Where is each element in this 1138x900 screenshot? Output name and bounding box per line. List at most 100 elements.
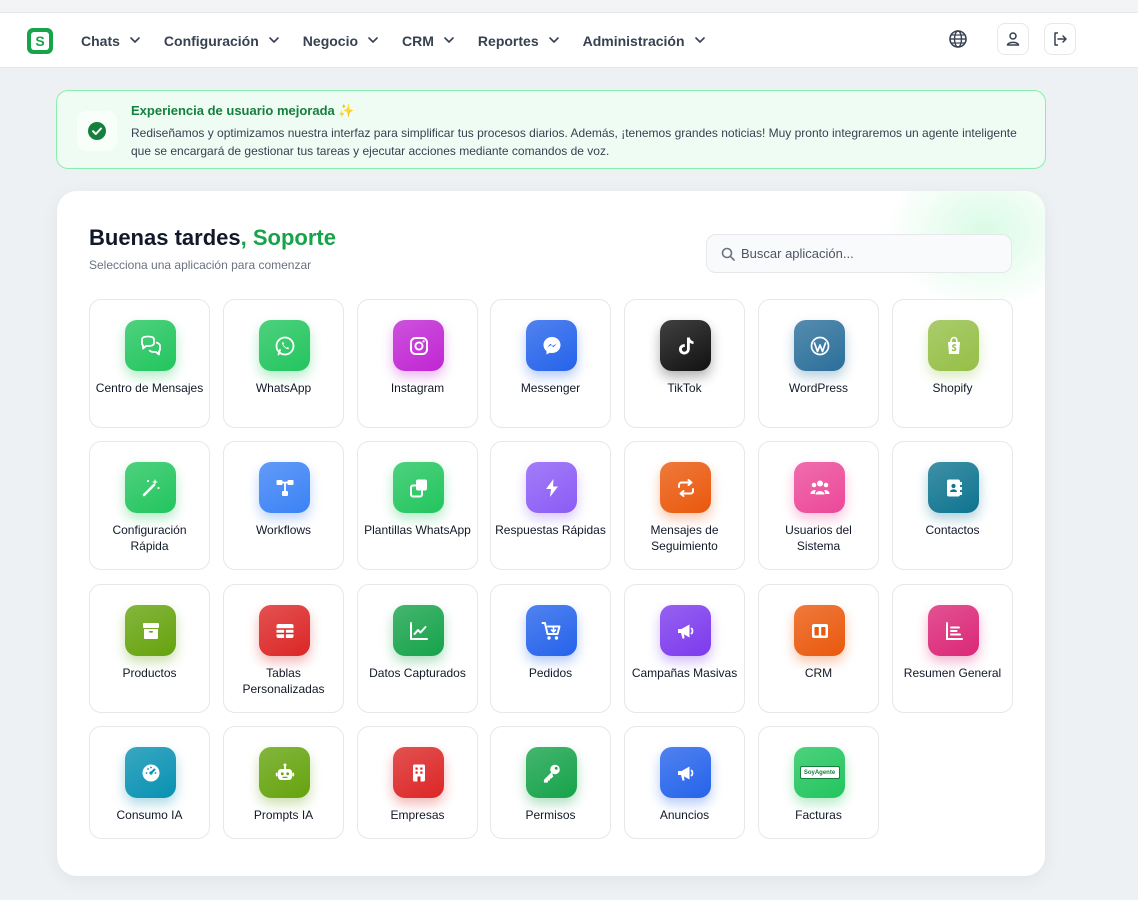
greeting-heading: Buenas tardes, Soporte: [89, 225, 336, 251]
app-tile-consumo-ia[interactable]: Consumo IA: [89, 726, 210, 839]
app-label: WhatsApp: [255, 381, 312, 395]
app-tile-instagram[interactable]: Instagram: [357, 299, 478, 428]
app-icon-box: [928, 462, 979, 513]
profile-button[interactable]: [997, 23, 1029, 55]
chevron-down-icon: [268, 37, 279, 43]
address-book-icon: [946, 479, 962, 496]
app-label: Prompts IA: [253, 808, 314, 822]
app-tile-productos[interactable]: Productos: [89, 584, 210, 713]
app-tile-contactos[interactable]: Contactos: [892, 441, 1013, 570]
app-label: Usuarios del Sistema: [785, 523, 852, 553]
app-label: Messenger: [520, 381, 581, 395]
invoice-icon: SoyAgente: [799, 766, 840, 779]
app-icon-box: [393, 605, 444, 656]
menu-label: Administración: [582, 33, 685, 49]
app-label: Plantillas WhatsApp: [364, 523, 471, 537]
app-label: Campañas Masivas: [631, 666, 738, 680]
gauge-icon: [142, 764, 159, 781]
app-tile-usuarios-del-sistema[interactable]: Usuarios del Sistema: [758, 441, 879, 570]
chat-bubbles-icon: [140, 335, 161, 355]
app-tile-plantillas-whatsapp[interactable]: Plantillas WhatsApp: [357, 441, 478, 570]
logo-letter: S: [31, 32, 49, 50]
menu-reportes[interactable]: Reportes: [478, 33, 559, 49]
key-icon: [543, 764, 560, 783]
app-tile-datos-capturados[interactable]: Datos Capturados: [357, 584, 478, 713]
wordpress-icon: [810, 336, 829, 355]
app-label: Workflows: [255, 523, 312, 537]
app-tile-tiktok[interactable]: TikTok: [624, 299, 745, 428]
logout-button[interactable]: [1044, 23, 1076, 55]
app-tile-campanas-masivas[interactable]: Campañas Masivas: [624, 584, 745, 713]
app-label: Mensajes de Seguimiento: [650, 523, 719, 553]
app-tile-wordpress[interactable]: WordPress: [758, 299, 879, 428]
menu-label: Configuración: [163, 33, 259, 49]
chevron-down-icon: [694, 37, 705, 43]
app-icon-box: [259, 462, 310, 513]
app-label: Anuncios: [659, 808, 710, 822]
bolt-icon: [545, 478, 558, 497]
app-icon-box: [794, 605, 845, 656]
app-tile-shopify[interactable]: Shopify: [892, 299, 1013, 428]
app-label: Contactos: [925, 523, 980, 537]
list-chart-icon: [945, 621, 963, 640]
menu-label: Chats: [81, 33, 120, 49]
app-tile-tablas-personalizadas[interactable]: Tablas Personalizadas: [223, 584, 344, 713]
notice-body: Rediseñamos y optimizamos nuestra interf…: [131, 126, 1017, 158]
app-icon-box: [526, 605, 577, 656]
app-tile-pedidos[interactable]: Pedidos: [490, 584, 611, 713]
table-icon: [276, 623, 293, 638]
app-icon-box: [259, 320, 310, 371]
users-icon: [810, 480, 829, 494]
app-tile-resumen-general[interactable]: Resumen General: [892, 584, 1013, 713]
app-label: CRM: [804, 666, 833, 680]
app-tile-mensajes-de-seguimiento[interactable]: Mensajes de Seguimiento: [624, 441, 745, 570]
menu-negocio[interactable]: Negocio: [303, 33, 378, 49]
app-tile-empresas[interactable]: Empresas: [357, 726, 478, 839]
app-label: Respuestas Rápidas: [495, 523, 606, 537]
notice-title: Experiencia de usuario mejorada ✨: [131, 103, 355, 118]
app-tile-facturas[interactable]: SoyAgente Facturas: [758, 726, 879, 839]
workflow-icon: [276, 479, 293, 496]
app-tile-whatsapp[interactable]: WhatsApp: [223, 299, 344, 428]
app-tile-messenger[interactable]: Messenger: [490, 299, 611, 428]
app-icon-box: [259, 747, 310, 798]
app-label: Shopify: [932, 381, 973, 395]
app-icon-box: [125, 747, 176, 798]
search-icon: [721, 247, 735, 261]
app-logo[interactable]: S: [27, 28, 53, 54]
app-label: Configuración Rápida: [112, 523, 187, 553]
whatsapp-icon: [275, 336, 294, 355]
menu-chats[interactable]: Chats: [81, 33, 140, 49]
app-label: Resumen General: [903, 666, 1002, 680]
app-icon-box: [125, 462, 176, 513]
app-icon-box: [393, 747, 444, 798]
app-tile-prompts-ia[interactable]: Prompts IA: [223, 726, 344, 839]
announcement-banner: Experiencia de usuario mejorada ✨ Redise…: [56, 90, 1046, 169]
app-icon-box: [794, 320, 845, 371]
app-label: Instagram: [390, 381, 445, 395]
menu-crm[interactable]: CRM: [402, 33, 454, 49]
main-menu: Chats Configuración Negocio CRM Reportes…: [81, 13, 729, 69]
instagram-icon: [409, 336, 428, 355]
app-tile-crm[interactable]: CRM: [758, 584, 879, 713]
app-icon-box: [660, 605, 711, 656]
app-tile-configuracion-rapida[interactable]: Configuración Rápida: [89, 441, 210, 570]
app-tile-permisos[interactable]: Permisos: [490, 726, 611, 839]
app-label: TikTok: [667, 381, 702, 395]
copy-icon: [409, 479, 427, 497]
menu-configuracion[interactable]: Configuración: [164, 33, 279, 49]
globe-icon[interactable]: [948, 29, 968, 49]
app-icon-box: [526, 462, 577, 513]
app-tile-respuestas-rapidas[interactable]: Respuestas Rápidas: [490, 441, 611, 570]
app-tile-centro-de-mensajes[interactable]: Centro de Mensajes: [89, 299, 210, 428]
menu-administracion[interactable]: Administración: [583, 33, 705, 49]
app-icon-box: [259, 605, 310, 656]
navbar-actions: [948, 23, 1076, 55]
app-tile-anuncios[interactable]: Anuncios: [624, 726, 745, 839]
magic-wand-icon: [142, 478, 160, 496]
app-tile-workflows[interactable]: Workflows: [223, 441, 344, 570]
invoice-badge-text: SoyAgente: [803, 769, 836, 776]
app-icon-box: [660, 747, 711, 798]
notice-icon-box: [77, 111, 117, 151]
search-input[interactable]: [741, 235, 1006, 272]
